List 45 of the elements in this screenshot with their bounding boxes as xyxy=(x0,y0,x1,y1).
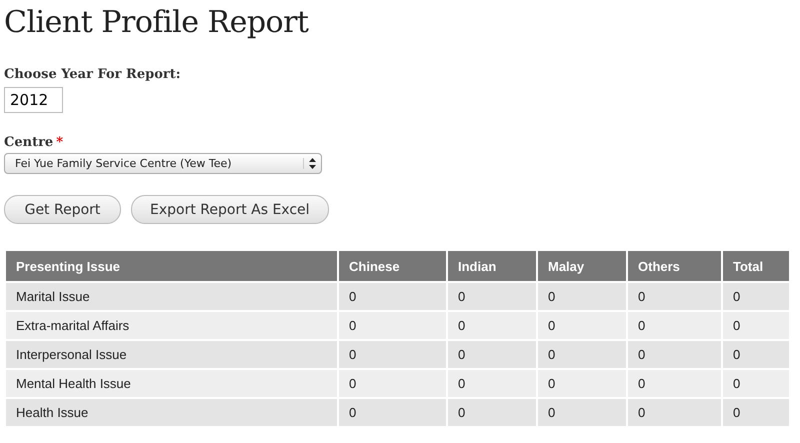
table-cell: 0 xyxy=(722,340,790,369)
table-cell: 0 xyxy=(537,398,627,427)
centre-select[interactable]: Fei Yue Family Service Centre (Yew Tee) xyxy=(4,153,322,174)
table-cell: 0 xyxy=(338,282,447,311)
table-cell: 0 xyxy=(338,369,447,398)
table-cell: Interpersonal Issue xyxy=(5,340,338,369)
table-cell: Health Issue xyxy=(5,398,338,427)
table-cell: 0 xyxy=(338,398,447,427)
table-cell: 0 xyxy=(722,369,790,398)
table-cell: 0 xyxy=(627,369,722,398)
field-label: Centre xyxy=(4,135,54,150)
column-header: Chinese xyxy=(338,251,447,282)
table-cell: 0 xyxy=(447,398,537,427)
table-cell: Mental Health Issue xyxy=(5,369,338,398)
table-cell: 0 xyxy=(722,311,790,340)
year-input[interactable]: 2012 xyxy=(4,87,63,113)
table-cell: 0 xyxy=(722,282,790,311)
column-header: Malay xyxy=(537,251,627,282)
table-cell: 0 xyxy=(338,311,447,340)
table-cell: 0 xyxy=(537,340,627,369)
up-down-arrows-icon xyxy=(303,158,316,169)
table-cell: 0 xyxy=(447,369,537,398)
column-header: Total xyxy=(722,251,790,282)
table-cell: 0 xyxy=(537,282,627,311)
table-cell: 0 xyxy=(447,282,537,311)
required-mark: * xyxy=(56,135,64,150)
table-cell: 0 xyxy=(627,340,722,369)
table-cell: 0 xyxy=(447,311,537,340)
table-cell: Extra-marital Affairs xyxy=(5,311,338,340)
page-title: Client Profile Report xyxy=(4,4,310,41)
get-report-button[interactable]: Get Report xyxy=(4,195,121,224)
column-header: Presenting Issue xyxy=(5,251,338,282)
table-cell: 0 xyxy=(537,311,627,340)
table-cell: 0 xyxy=(447,340,537,369)
table-cell: 0 xyxy=(627,398,722,427)
export-button[interactable]: Export Report As Excel xyxy=(131,195,329,224)
column-header: Indian xyxy=(447,251,537,282)
table-cell: 0 xyxy=(722,398,790,427)
field-label: Choose Year For Report: xyxy=(4,67,182,82)
table-cell: Marital Issue xyxy=(5,282,338,311)
table-cell: 0 xyxy=(627,311,722,340)
table-cell: 0 xyxy=(338,340,447,369)
column-header: Others xyxy=(627,251,722,282)
table-cell: 0 xyxy=(627,282,722,311)
table-cell: 0 xyxy=(537,369,627,398)
